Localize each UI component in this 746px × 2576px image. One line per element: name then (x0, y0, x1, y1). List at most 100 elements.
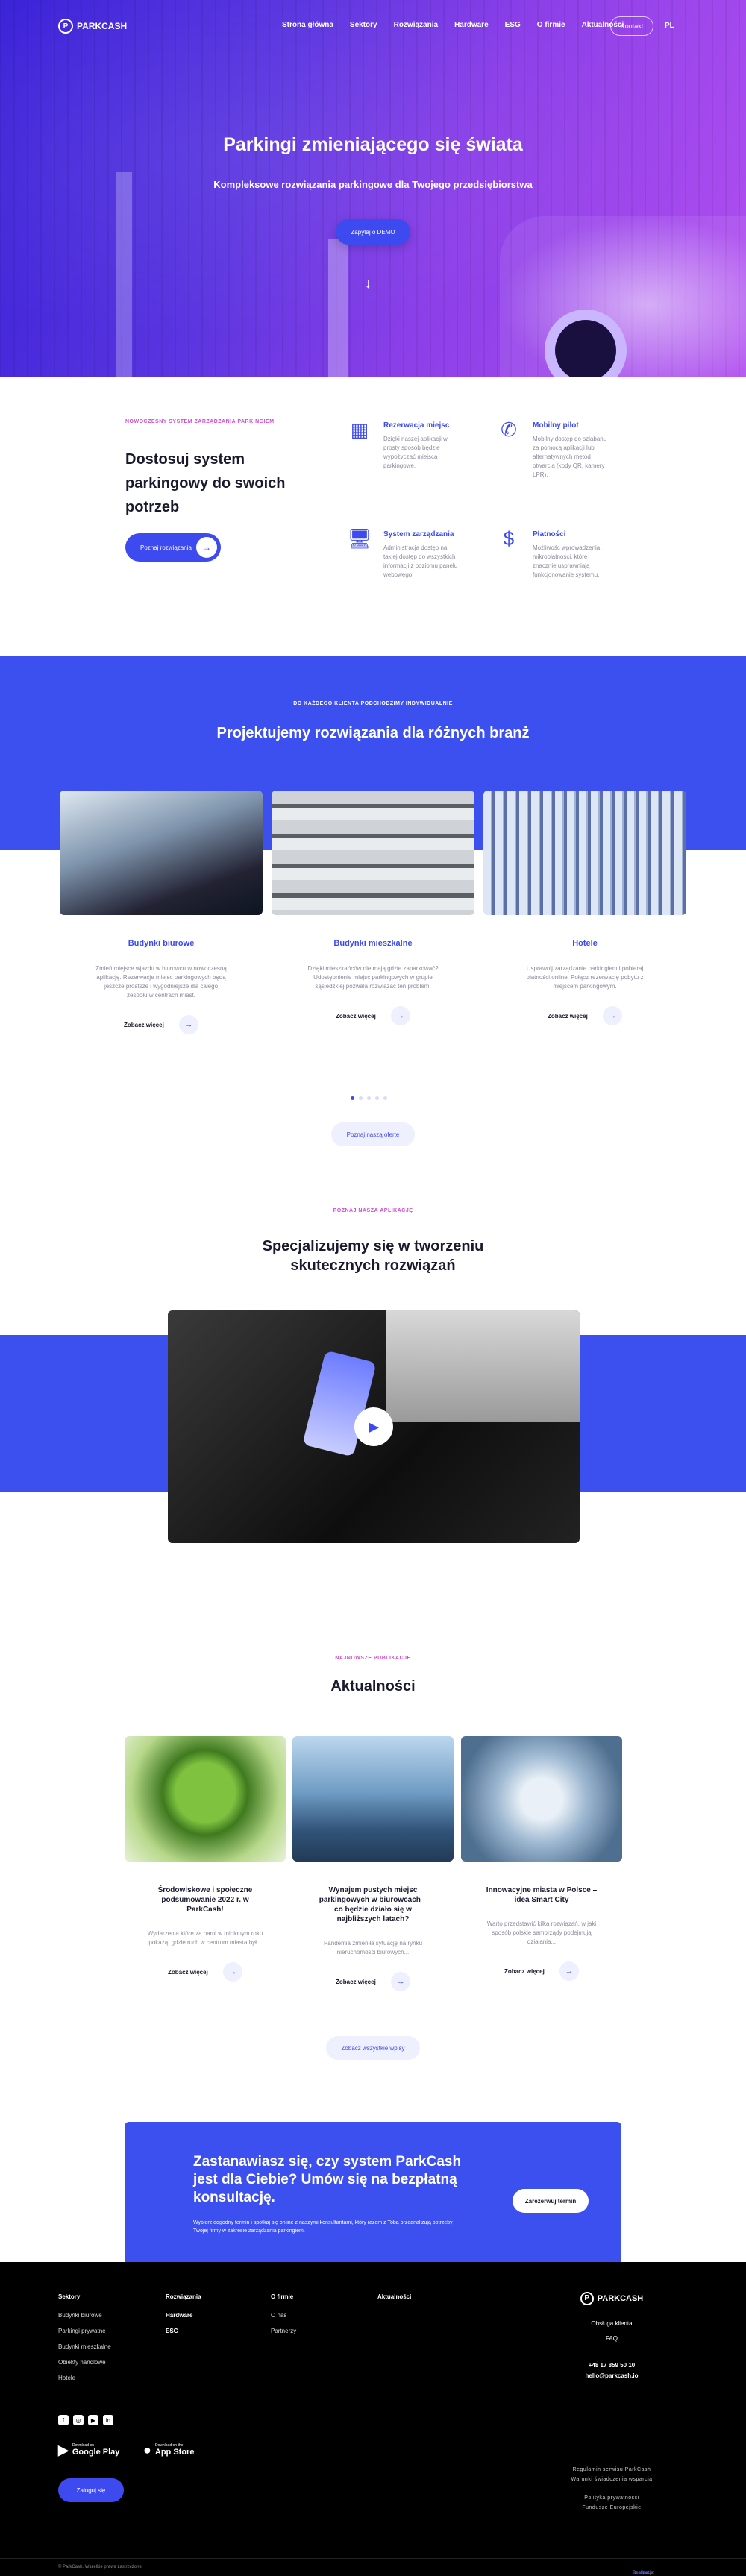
brand-logo[interactable]: P PARKCASH (58, 19, 127, 34)
see-offer-button[interactable]: Poznaj naszą ofertę (331, 1122, 415, 1146)
arrow-right-icon: → (391, 1972, 410, 1991)
footer-col-solutions: Rozwiązania Hardware ESG (166, 2293, 201, 2343)
login-button[interactable]: Zaloguj się (58, 2478, 124, 2502)
sector-card-title: Budynki biurowe (128, 939, 195, 948)
feature-title: Rezerwacja miejsc (383, 421, 450, 430)
sector-card-offices[interactable]: Budynki biurowe Zmień miejsce wjazdu w b… (60, 791, 263, 1034)
sectors-eyebrow: Do każdego klienta podchodzimy indywidua… (293, 701, 453, 706)
legal-link[interactable]: Polityka prywatności (545, 2493, 679, 2503)
carousel-dots (351, 1096, 387, 1100)
footer-link[interactable]: Partnerzy (271, 2328, 296, 2334)
menu-item-hardware[interactable]: Hardware (454, 21, 489, 29)
legal-link[interactable]: Fundusze Europejskie (545, 2503, 679, 2513)
sector-card-hotels[interactable]: Hotele Usprawnij zarządzanie parkingiem … (483, 791, 686, 1025)
email-address[interactable]: hello@parkcash.io (548, 2371, 675, 2381)
sector-card-text: Dzięki mieszkańców nie mają gdzie zapark… (307, 965, 439, 990)
news-card-text: Warto przedstawić kilka rozwiązań, w jak… (486, 1920, 597, 1945)
parking-grid-icon: ▦ (350, 418, 369, 441)
car-wheel (545, 310, 627, 377)
brand-name: PARKCASH (77, 21, 128, 31)
footer-link[interactable]: O nas (271, 2312, 296, 2319)
see-more-link[interactable]: Zobacz więcej → (336, 1006, 410, 1025)
hotel-building-image (483, 791, 686, 915)
office-tower-image (292, 1736, 454, 1862)
book-appointment-button[interactable]: Zarezerwuj termin (513, 2189, 589, 2213)
sectors-title: Projektujemy rozwiązania dla różnych bra… (216, 725, 530, 741)
menu-item-home[interactable]: Strona główna (282, 21, 333, 29)
carousel-dot[interactable] (367, 1096, 371, 1100)
see-more-label: Zobacz więcej (548, 1012, 588, 1020)
sector-card-residential[interactable]: Budynki mieszkalne Dzięki mieszkańców ni… (272, 791, 474, 1025)
menu-item-about[interactable]: O firmie (537, 21, 565, 29)
carousel-dot[interactable] (383, 1096, 387, 1100)
footer-contact: P PARKCASH Obsługa klienta FAQ +48 17 85… (548, 2292, 675, 2381)
menu-item-solutions[interactable]: Rozwiązania (394, 21, 438, 29)
footer-link[interactable]: Budynki mieszkalne (58, 2343, 111, 2350)
legal-link[interactable]: Regulamin serwisu ParkCash (545, 2465, 679, 2475)
contact-button[interactable]: Kontakt (610, 16, 653, 36)
features-section: Nowoczesny system zarządzania parkingiem… (0, 377, 746, 656)
see-more-link[interactable]: Zobacz więcej → (336, 1972, 410, 1991)
see-more-label: Zobacz więcej (124, 1021, 164, 1028)
legal-link[interactable]: Warunki świadczenia wsparcia (545, 2475, 679, 2484)
footer-link[interactable]: Hotele (58, 2375, 111, 2381)
footer-logo[interactable]: P PARKCASH (548, 2292, 675, 2305)
linkedin-icon[interactable]: in (103, 2415, 113, 2425)
features-eyebrow: Nowoczesny system zarządzania parkingiem (125, 419, 275, 424)
news-card[interactable]: Wynajem pustych miejsc parkingowych w bi… (292, 1736, 454, 1991)
footer-link[interactable]: ESG (166, 2328, 201, 2334)
brand-name: PARKCASH (597, 2294, 644, 2303)
menu-item-esg[interactable]: ESG (505, 21, 521, 29)
social-links: f ◎ ▶ in (58, 2415, 113, 2425)
arrow-right-icon: → (223, 1962, 242, 1982)
google-play-badge[interactable]: ▶ Download on Google Play (58, 2440, 119, 2460)
news-eyebrow: Najnowsze publikacje (335, 1656, 411, 1661)
app-store-badge[interactable]: ● Download on the App Store (143, 2440, 194, 2460)
app-video[interactable]: ▶ (168, 1310, 580, 1543)
news-card-title: Wynajem pustych miejsc parkingowych w bi… (319, 1886, 427, 1923)
news-card-text: Wydarzenia które za nami w minionym roku… (147, 1930, 263, 1946)
language-switch[interactable]: PL (665, 22, 674, 30)
youtube-icon[interactable]: ▶ (88, 2415, 98, 2425)
footer-col-title[interactable]: Aktualności (377, 2293, 411, 2300)
consultation-title: Zastanawiasz się, czy system ParkCash je… (193, 2154, 462, 2205)
all-posts-button[interactable]: Zobacz wszystkie wpisy (326, 2036, 420, 2060)
carousel-dot[interactable] (359, 1096, 363, 1100)
facebook-icon[interactable]: f (58, 2415, 69, 2425)
footer-link[interactable]: Budynki biurowe (58, 2312, 111, 2319)
faq-link[interactable]: FAQ (548, 2334, 675, 2344)
support-label: Obsługa klienta (591, 2320, 633, 2327)
instagram-icon[interactable]: ◎ (73, 2415, 84, 2425)
feature-title: Płatności (533, 530, 566, 538)
demo-button[interactable]: Zapytaj o DEMO (336, 219, 410, 245)
scroll-down-icon[interactable]: ↓ (365, 276, 372, 292)
main-menu: Strona główna Sektory Rozwiązania Hardwa… (282, 21, 640, 29)
see-more-link[interactable]: Zobacz więcej → (168, 1962, 242, 1982)
hero-title: Parkingi zmieniającego się świata (223, 134, 523, 155)
see-more-link[interactable]: Zobacz więcej → (124, 1015, 198, 1034)
footer-link[interactable]: Obiekty handlowe (58, 2359, 111, 2366)
see-more-label: Zobacz więcej (168, 1968, 208, 1976)
news-card[interactable]: Środowiskowe i społeczne podsumowanie 20… (125, 1736, 286, 1982)
app-section: Poznaj naszą aplikację Specjalizujemy si… (0, 1208, 746, 1656)
explore-solutions-button[interactable]: Poznaj rozwiązania → (125, 533, 221, 562)
see-more-link[interactable]: Zobacz więcej → (504, 1961, 579, 1981)
store-name: Google Play (72, 2448, 120, 2457)
see-more-link[interactable]: Zobacz więcej → (548, 1006, 622, 1025)
sector-card-text: Zmień miejsce wjazdu w biurowcu w nowocz… (95, 965, 227, 999)
play-icon[interactable]: ▶ (354, 1407, 393, 1446)
menu-item-sectors[interactable]: Sektory (350, 21, 377, 29)
footer-bottom-bar: © ParkCash. Wszelkie prawa zastrzeżone. … (0, 2558, 746, 2576)
news-card-title: Środowiskowe i społeczne podsumowanie 20… (157, 1886, 253, 1914)
features-title: Dostosuj system parkingowy do swoich pot… (125, 451, 286, 515)
news-card[interactable]: Innowacyjne miasta w Polsce – idea Smart… (461, 1736, 622, 1981)
footer-link[interactable]: Parkingi prywatne (58, 2328, 111, 2334)
carousel-dot[interactable] (375, 1096, 379, 1100)
footer-link[interactable]: Hardware (166, 2312, 201, 2319)
parking-barrier-post (328, 239, 348, 377)
carousel-dot[interactable] (351, 1096, 354, 1100)
see-more-label: Zobacz więcej (504, 1967, 545, 1975)
phone-number[interactable]: +48 17 859 50 10 (548, 2360, 675, 2371)
credit-link[interactable]: webfleet (633, 2571, 649, 2575)
logo-mark-icon: P (580, 2292, 594, 2305)
